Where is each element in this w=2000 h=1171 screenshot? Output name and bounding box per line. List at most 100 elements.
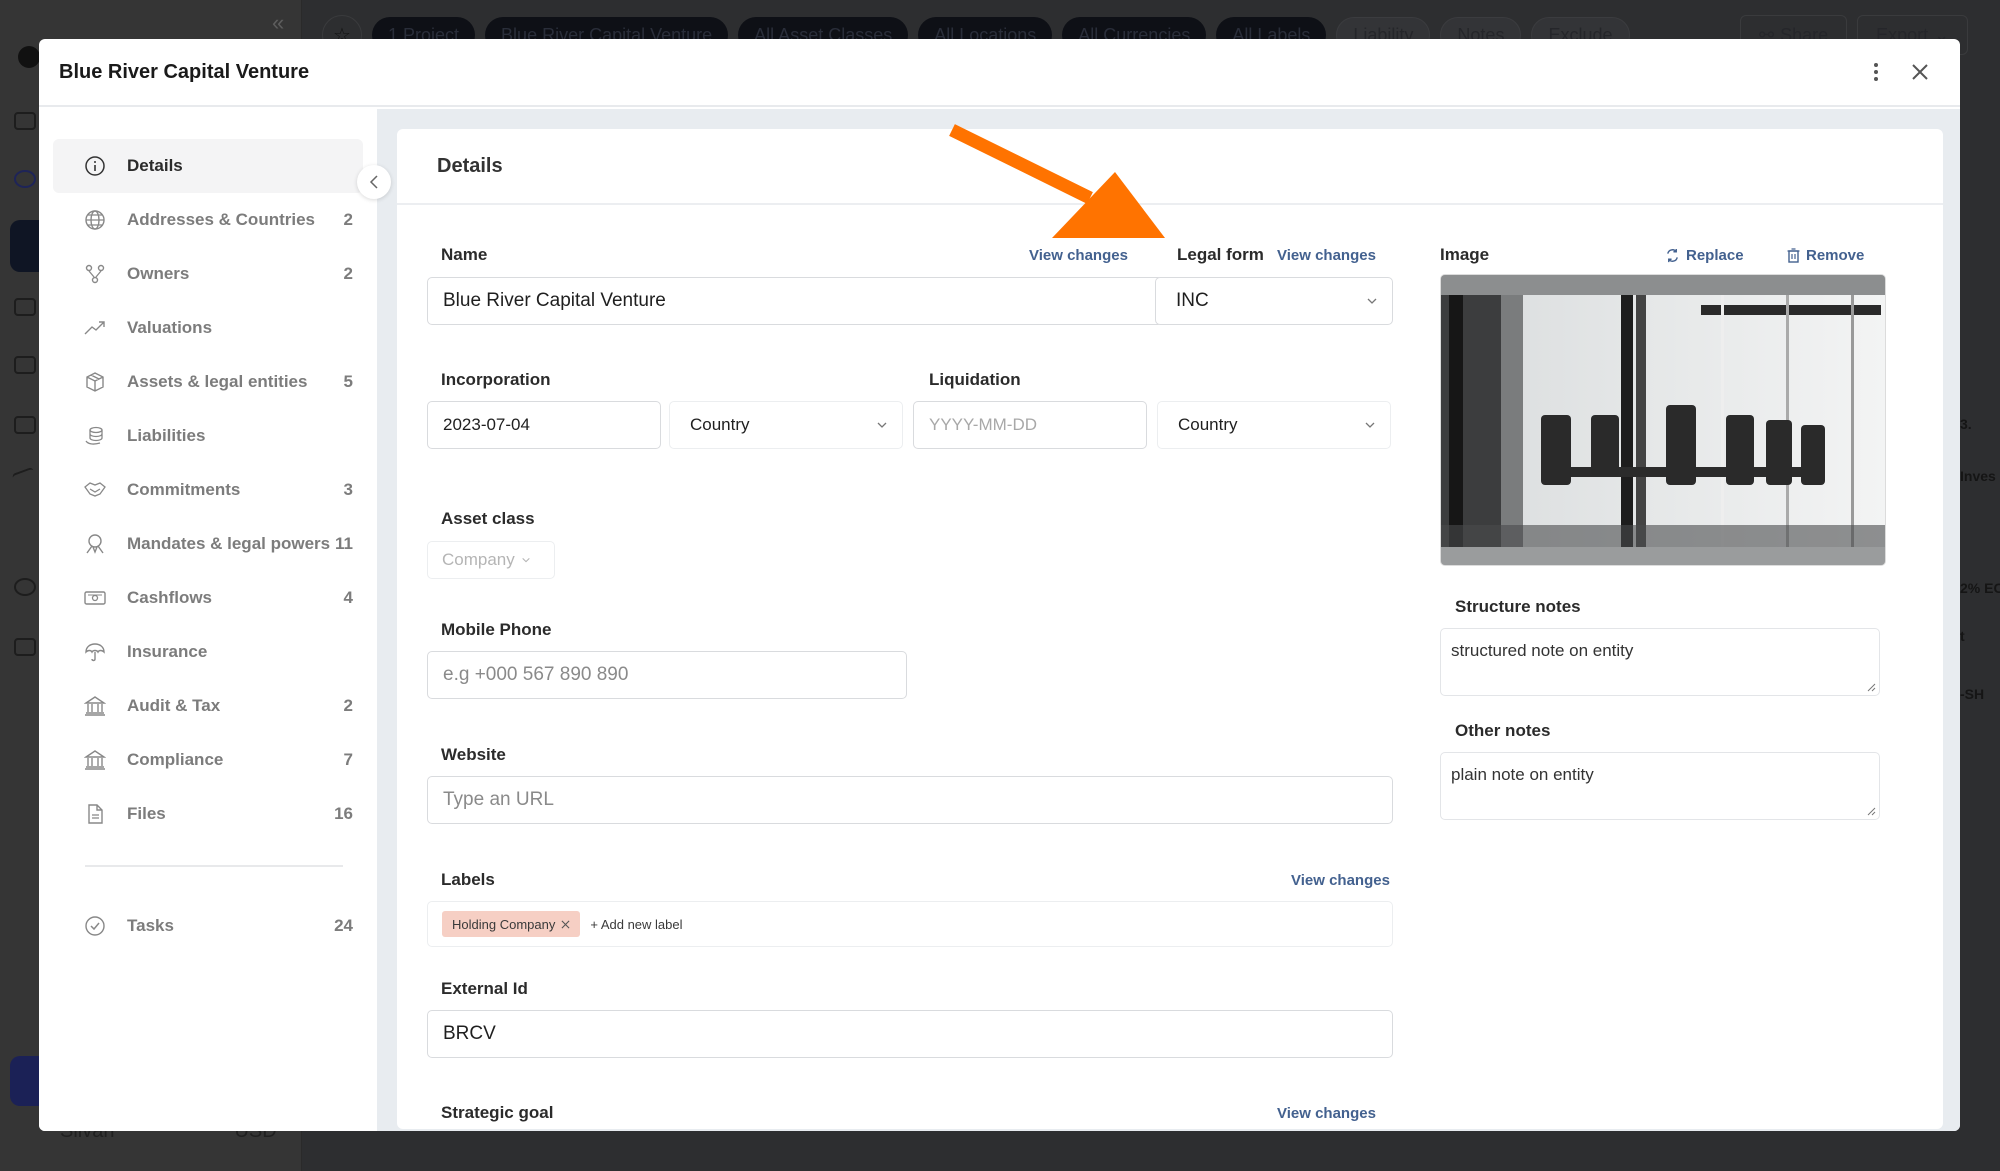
add-label-button[interactable]: + Add new label (590, 917, 682, 932)
sidebar-item-label: Assets & legal entities (127, 372, 308, 391)
bg-text: t (1960, 628, 1965, 644)
sidebar-nav: Details Addresses & Countries 2 Owners 2 Valu… (53, 139, 363, 953)
file-icon (83, 802, 107, 826)
mobile-phone-label: Mobile Phone (441, 620, 552, 639)
sidebar-item-label: Mandates & legal powers (127, 534, 331, 553)
website-input[interactable]: Type an URL (427, 776, 1393, 824)
sidebar-item-label: Audit & Tax (127, 696, 221, 715)
award-icon (83, 532, 107, 556)
content-area: Details Name View changes Blue River Cap… (377, 109, 1960, 1131)
legal-form-value: INC (1176, 290, 1209, 311)
sidebar-item-count: 4 (343, 588, 353, 607)
bg-text: 3. (1960, 416, 1972, 432)
liquidation-date-input[interactable]: YYYY-MM-DD (913, 401, 1147, 449)
transfer-icon[interactable] (11, 466, 39, 492)
coins-hand-icon (83, 424, 107, 448)
card-header: Details (397, 129, 1943, 205)
dashboard-icon[interactable] (14, 112, 36, 130)
other-notes-label: Other notes (1455, 721, 1551, 740)
sidebar-item-count: 24 (334, 916, 353, 935)
close-icon[interactable] (1900, 52, 1940, 92)
tasks-icon[interactable] (14, 578, 36, 596)
sidebar-item-cashflows[interactable]: Cashflows 4 (53, 571, 363, 625)
collapse-sidebar-button[interactable] (357, 165, 391, 199)
sidebar-item-mandates-and-legal-powers[interactable]: Mandates & legal powers 11 (53, 517, 363, 571)
sidebar-item-label: Liabilities (127, 426, 206, 445)
sidebar-item-compliance[interactable]: Compliance 7 (53, 733, 363, 787)
cash-icon[interactable] (14, 416, 36, 434)
other-notes-textarea[interactable]: plain note on entity (1440, 752, 1880, 820)
sidebar-item-insurance[interactable]: Insurance (53, 625, 363, 679)
name-input[interactable]: Blue River Capital Venture (427, 277, 1163, 325)
sidebar-divider (85, 865, 343, 867)
replace-image-button[interactable]: Replace (1665, 247, 1744, 264)
sidebar-item-count: 2 (343, 210, 353, 229)
sidebar-item-commitments[interactable]: Commitments 3 (53, 463, 363, 517)
sidebar-item-label: Valuations (127, 318, 213, 337)
labels-input[interactable]: Holding Company + Add new label (427, 901, 1393, 947)
search-icon[interactable] (14, 170, 36, 188)
incorporation-label: Incorporation (441, 370, 551, 389)
sidebar-item-count: 5 (343, 372, 353, 391)
sidebar-item-files[interactable]: Files 16 (53, 787, 363, 841)
asset-class-label: Asset class (441, 509, 535, 528)
strategic-goal-label: Strategic goal (441, 1103, 554, 1122)
sidebar-item-label: Owners (127, 264, 190, 283)
sidebar-item-label: Files (127, 804, 166, 823)
sidebar-item-label: Addresses & Countries (127, 210, 315, 229)
sidebar-item-details[interactable]: Details (53, 139, 363, 193)
sidebar-item-label: Details (127, 156, 183, 175)
entity-modal: Blue River Capital Venture Details Addres… (39, 39, 1960, 1131)
document-icon[interactable] (14, 356, 36, 374)
incorporation-country-select[interactable]: Country (669, 401, 903, 449)
mobile-phone-input[interactable]: e.g +000 567 890 890 (427, 651, 907, 699)
sidebar-item-valuations[interactable]: Valuations (53, 301, 363, 355)
sidebar-item-assets-and-legal-entities[interactable]: Assets & legal entities 5 (53, 355, 363, 409)
sidebar-item-count: 2 (343, 696, 353, 715)
remove-image-button[interactable]: Remove (1787, 247, 1864, 264)
liquidation-country-select[interactable]: Country (1157, 401, 1391, 449)
structure-notes-textarea[interactable]: structured note on entity (1440, 628, 1880, 696)
modal-sidebar: Details Addresses & Countries 2 Owners 2 Valu… (39, 109, 391, 1131)
sidebar-item-liabilities[interactable]: Liabilities (53, 409, 363, 463)
legal-form-select[interactable]: INC (1155, 277, 1393, 325)
info-icon (83, 154, 107, 178)
asset-class-select[interactable]: Company (427, 541, 555, 579)
image-label: Image (1440, 245, 1490, 264)
sidebar-item-count: 2 (343, 264, 353, 283)
more-vertical-icon[interactable] (1856, 52, 1896, 92)
resize-handle-icon[interactable] (1866, 806, 1876, 816)
resize-handle-icon[interactable] (1866, 682, 1876, 692)
sidebar-item-label: Commitments (127, 480, 241, 499)
liquidation-label: Liquidation (929, 370, 1021, 389)
sidebar-item-addresses-and-countries[interactable]: Addresses & Countries 2 (53, 193, 363, 247)
name-view-changes-link[interactable]: View changes (1029, 247, 1128, 264)
bg-text: Inves (1960, 468, 1996, 484)
website-label: Website (441, 745, 506, 764)
details-card: Details Name View changes Blue River Cap… (397, 129, 1943, 1129)
sidebar-item-label: Cashflows (127, 588, 213, 607)
incorporation-date-input[interactable]: 2023-07-04 (427, 401, 661, 449)
sidebar-item-count: 11 (335, 534, 353, 553)
section-title: Details (437, 154, 503, 177)
chevron-down-icon (877, 422, 887, 428)
legal-form-view-changes-link[interactable]: View changes (1277, 247, 1376, 264)
sidebar-item-owners[interactable]: Owners 2 (53, 247, 363, 301)
structure-notes-text: structured note on entity (1451, 641, 1634, 660)
list-icon[interactable] (14, 298, 36, 316)
sidebar-item-audit-and-tax[interactable]: Audit & Tax 2 (53, 679, 363, 733)
strategic-goal-view-changes-link[interactable]: View changes (1277, 1105, 1376, 1122)
labels-label: Labels (441, 870, 495, 889)
sidebar-item-count: 3 (343, 480, 353, 499)
labels-view-changes-link[interactable]: View changes (1291, 872, 1390, 889)
external-id-input[interactable]: BRCV (427, 1010, 1393, 1058)
team-icon[interactable] (14, 638, 36, 656)
asset-class-value: Company (442, 550, 515, 569)
globe-icon (83, 208, 107, 232)
country-placeholder: Country (1178, 415, 1238, 434)
office-photo (1441, 275, 1885, 565)
sidebar-item-tasks[interactable]: Tasks 24 (53, 899, 363, 953)
collapse-sidebar-icon[interactable]: « (272, 10, 284, 36)
trending-up-icon (83, 316, 107, 340)
remove-tag-icon[interactable] (561, 920, 570, 929)
